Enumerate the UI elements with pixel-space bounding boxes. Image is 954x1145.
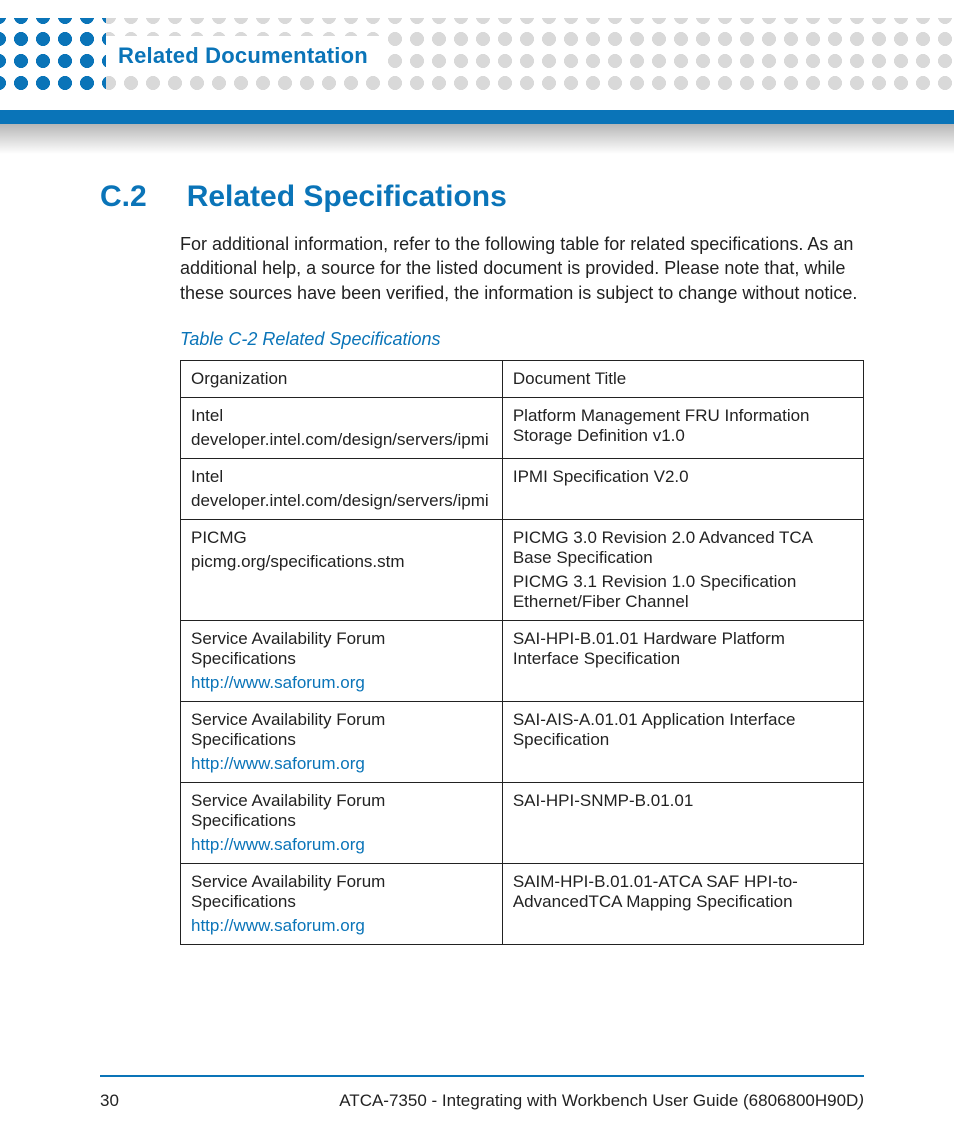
org-name: PICMG	[191, 528, 247, 547]
org-name: Intel	[191, 467, 223, 486]
table-row: Intel developer.intel.com/design/servers/…	[181, 397, 864, 458]
doc-cell: SAI-HPI-SNMP-B.01.01	[502, 782, 863, 863]
section-heading: C.2 Related Specifications	[100, 180, 864, 214]
org-cell: PICMG picmg.org/specifications.stm	[181, 519, 503, 620]
section-title: Related Specifications	[187, 180, 507, 214]
section-number: C.2	[100, 180, 147, 214]
table-header-row: Organization Document Title	[181, 360, 864, 397]
page-number: 30	[100, 1091, 119, 1111]
org-name: Service Availability Forum Specification…	[191, 710, 385, 749]
org-cell: Service Availability Forum Specification…	[181, 620, 503, 701]
footer-doc-title: ATCA-7350 - Integrating with Workbench U…	[339, 1091, 864, 1111]
table-header-document-title: Document Title	[502, 360, 863, 397]
footer-doc-title-closing-paren: )	[858, 1091, 864, 1110]
table-row: PICMG picmg.org/specifications.stm PICMG 3…	[181, 519, 864, 620]
doc-line: PICMG 3.1 Revision 1.0 Specification Eth…	[513, 572, 853, 612]
header-gray-gradient	[0, 124, 954, 154]
table-row: Service Availability Forum Specification…	[181, 782, 864, 863]
org-name: Intel	[191, 406, 223, 425]
doc-cell: SAI-AIS-A.01.01 Application Interface Sp…	[502, 701, 863, 782]
table-row: Service Availability Forum Specification…	[181, 863, 864, 944]
header-blue-bar	[0, 110, 954, 124]
doc-line: SAI-HPI-SNMP-B.01.01	[513, 791, 853, 811]
footer: 30 ATCA-7350 - Integrating with Workbenc…	[100, 1091, 864, 1111]
org-source: developer.intel.com/design/servers/ipmi	[191, 430, 492, 450]
org-cell: Service Availability Forum Specification…	[181, 863, 503, 944]
org-cell: Service Availability Forum Specification…	[181, 782, 503, 863]
table-row: Service Availability Forum Specification…	[181, 701, 864, 782]
org-link[interactable]: http://www.saforum.org	[191, 673, 492, 693]
org-name: Service Availability Forum Specification…	[191, 791, 385, 830]
header-dot-pattern-blue	[0, 18, 106, 94]
doc-cell: Platform Management FRU Information Stor…	[502, 397, 863, 458]
org-link[interactable]: http://www.saforum.org	[191, 754, 492, 774]
doc-line: IPMI Specification V2.0	[513, 467, 853, 487]
org-name: Service Availability Forum Specification…	[191, 629, 385, 668]
org-link[interactable]: http://www.saforum.org	[191, 916, 492, 936]
header-title-wrap: Related Documentation	[106, 36, 386, 76]
doc-line: SAI-AIS-A.01.01 Application Interface Sp…	[513, 710, 853, 750]
page: Related Documentation C.2 Related Specif…	[0, 0, 954, 1145]
breadcrumb: Related Documentation	[118, 43, 368, 69]
footer-rule	[100, 1075, 864, 1077]
org-source: developer.intel.com/design/servers/ipmi	[191, 491, 492, 511]
org-cell: Intel developer.intel.com/design/servers/…	[181, 458, 503, 519]
doc-line: Platform Management FRU Information Stor…	[513, 406, 853, 446]
section-intro: For additional information, refer to the…	[180, 232, 864, 305]
org-cell: Intel developer.intel.com/design/servers/…	[181, 397, 503, 458]
doc-cell: PICMG 3.0 Revision 2.0 Advanced TCA Base…	[502, 519, 863, 620]
content-area: C.2 Related Specifications For additiona…	[100, 180, 864, 945]
doc-line: SAI-HPI-B.01.01 Hardware Platform Interf…	[513, 629, 853, 669]
org-name: Service Availability Forum Specification…	[191, 872, 385, 911]
org-link[interactable]: http://www.saforum.org	[191, 835, 492, 855]
related-specifications-table: Organization Document Title Intel develop…	[180, 360, 864, 945]
table-row: Intel developer.intel.com/design/servers/…	[181, 458, 864, 519]
org-source: picmg.org/specifications.stm	[191, 552, 492, 572]
footer-doc-title-text: ATCA-7350 - Integrating with Workbench U…	[339, 1091, 858, 1110]
doc-cell: SAI-HPI-B.01.01 Hardware Platform Interf…	[502, 620, 863, 701]
table-header-organization: Organization	[181, 360, 503, 397]
table-row: Service Availability Forum Specification…	[181, 620, 864, 701]
doc-line: PICMG 3.0 Revision 2.0 Advanced TCA Base…	[513, 528, 853, 568]
doc-cell: IPMI Specification V2.0	[502, 458, 863, 519]
table-caption: Table C-2 Related Specifications	[180, 329, 864, 350]
doc-cell: SAIM-HPI-B.01.01-ATCA SAF HPI-to-Advance…	[502, 863, 863, 944]
doc-line: SAIM-HPI-B.01.01-ATCA SAF HPI-to-Advance…	[513, 872, 853, 912]
org-cell: Service Availability Forum Specification…	[181, 701, 503, 782]
